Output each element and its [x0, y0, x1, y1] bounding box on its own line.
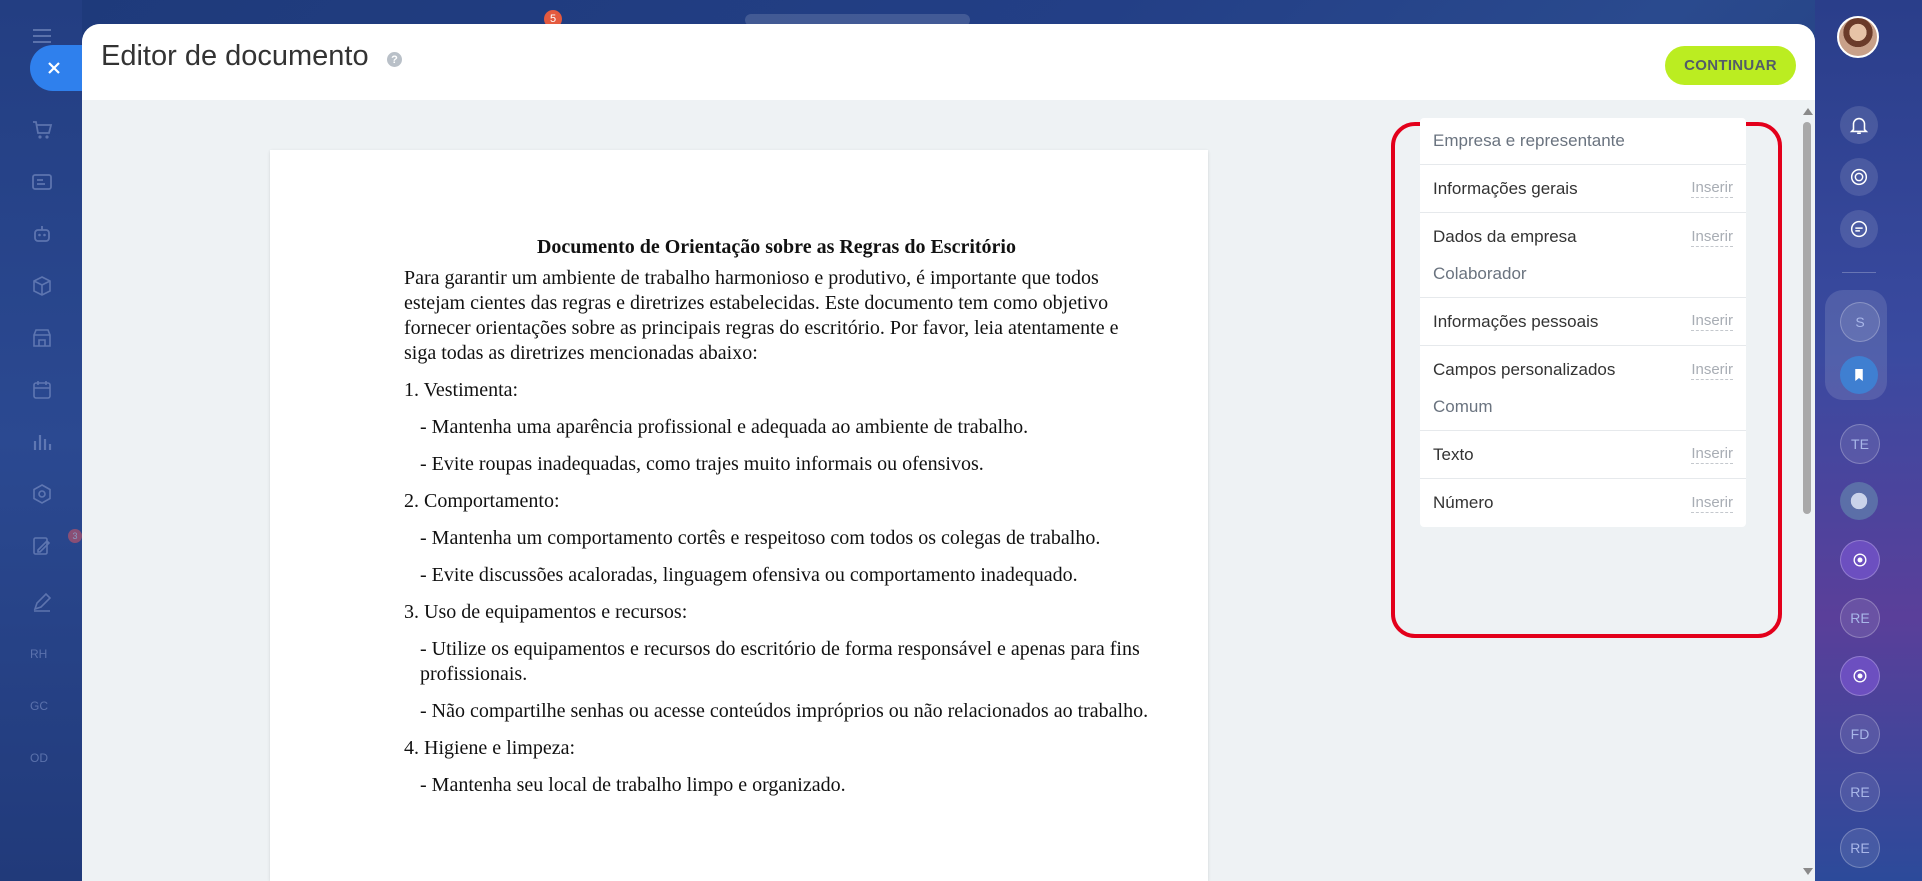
document-paragraph: 3. Uso de equipamentos e recursos: [404, 601, 688, 623]
scrollbar[interactable] [1800, 104, 1814, 881]
field-row[interactable]: Informações pessoais Inserir [1420, 298, 1746, 346]
close-icon [48, 62, 60, 74]
rail-item-rh[interactable]: RH [30, 647, 47, 661]
robot-icon[interactable] [28, 220, 56, 248]
insert-link[interactable]: Inserir [1691, 361, 1733, 380]
fingerprint-icon[interactable] [1840, 158, 1878, 196]
chat-group-icon[interactable] [1840, 540, 1880, 580]
field-row-label: Informações gerais [1433, 178, 1578, 198]
field-row-label: Campos personalizados [1433, 360, 1616, 379]
avatar-s[interactable]: S [1840, 302, 1880, 342]
user-avatar[interactable] [1837, 16, 1879, 58]
insert-link[interactable]: Inserir [1691, 179, 1733, 198]
document-content[interactable]: Documento de Orientação sobre as Regras … [404, 235, 1149, 810]
document-paragraph: - Utilize os equipamentos e recursos do … [420, 638, 1140, 685]
bookmark-icon[interactable] [1840, 356, 1878, 394]
document-paragraph: - Evite discussões acaloradas, linguagem… [420, 564, 1078, 586]
rail-divider [1842, 272, 1876, 273]
pen-icon[interactable] [28, 588, 56, 616]
document-paragraph: - Não compartilhe senhas ou acesse conte… [420, 700, 1149, 722]
help-icon[interactable]: ? [387, 52, 402, 67]
continue-button[interactable]: CONTINUAR [1665, 46, 1796, 85]
box-icon[interactable] [28, 272, 56, 300]
field-group: Colaborador Informações pessoais Inserir Ca… [1420, 251, 1746, 394]
field-row-label: Texto [1433, 444, 1474, 464]
field-row-label: Informações pessoais [1433, 311, 1599, 331]
page-title: Editor de documento [101, 40, 369, 72]
insert-link[interactable]: Inserir [1691, 494, 1733, 513]
sign-document-icon[interactable]: 3 [28, 529, 82, 560]
document-paragraph: 1. Vestimenta: [404, 379, 519, 401]
bar-chart-icon[interactable] [28, 428, 56, 456]
store-icon[interactable] [28, 324, 56, 352]
chat-sync-icon[interactable] [1840, 210, 1878, 248]
field-group: Empresa e representante Informações gerai… [1420, 118, 1746, 261]
avatar-cat[interactable] [1840, 482, 1878, 520]
close-button[interactable] [30, 45, 88, 91]
field-group-title: Empresa e representante [1420, 118, 1746, 165]
field-group-title: Comum [1420, 384, 1746, 431]
document-title: Documento de Orientação sobre as Regras … [536, 236, 1016, 258]
scroll-up-icon[interactable] [1803, 108, 1813, 115]
document-paragraph: 4. Higiene e limpeza: [404, 737, 576, 759]
calendar-icon[interactable] [28, 376, 56, 404]
document-paragraph: - Mantenha uma aparência profissional e … [420, 416, 1029, 438]
avatar-re[interactable]: RE [1840, 598, 1880, 638]
avatar-re-2[interactable]: RE [1840, 772, 1880, 812]
rail-item-od[interactable]: OD [30, 751, 48, 765]
field-group: Comum Texto Inserir Número Inserir [1420, 384, 1746, 527]
avatar-re-3[interactable]: RE [1840, 828, 1880, 868]
document-paragraph: - Mantenha seu local de trabalho limpo e… [420, 774, 846, 796]
scroll-thumb[interactable] [1803, 122, 1811, 514]
insert-link[interactable]: Inserir [1691, 228, 1733, 247]
field-row-label: Dados da empresa [1433, 227, 1577, 246]
bell-icon[interactable] [1840, 106, 1878, 144]
document-editor-panel: Editor de documento ? CONTINUAR Document… [82, 24, 1815, 881]
left-navigation-rail: 3 RH GC OD [0, 0, 82, 881]
field-row-label: Número [1433, 493, 1494, 512]
panel-header: Editor de documento ? CONTINUAR [82, 24, 1815, 100]
field-row[interactable]: Informações gerais Inserir [1420, 165, 1746, 213]
insert-link[interactable]: Inserir [1691, 312, 1733, 331]
field-row[interactable]: Número Inserir [1420, 479, 1746, 527]
document-paragraph: - Mantenha um comportamento cortês e res… [420, 527, 1101, 549]
rail-badge: 3 [68, 529, 82, 543]
field-group-title: Colaborador [1420, 251, 1746, 298]
document-paragraph: Para garantir um ambiente de trabalho ha… [404, 267, 1119, 364]
contact-card-icon[interactable] [28, 168, 56, 196]
document-paragraph: - Evite roupas inadequadas, como trajes … [420, 453, 984, 475]
field-row[interactable]: Texto Inserir [1420, 431, 1746, 479]
document-page[interactable]: Documento de Orientação sobre as Regras … [270, 150, 1208, 881]
avatar-fd[interactable]: FD [1840, 714, 1880, 754]
scroll-down-icon[interactable] [1803, 868, 1813, 875]
hexagon-icon[interactable] [28, 480, 56, 508]
avatar-te[interactable]: TE [1840, 424, 1880, 464]
chat-group-icon-2[interactable] [1840, 656, 1880, 696]
cart-icon[interactable] [28, 116, 56, 144]
insert-link[interactable]: Inserir [1691, 445, 1733, 464]
document-paragraph: 2. Comportamento: [404, 490, 560, 512]
rail-item-gc[interactable]: GC [30, 699, 48, 713]
